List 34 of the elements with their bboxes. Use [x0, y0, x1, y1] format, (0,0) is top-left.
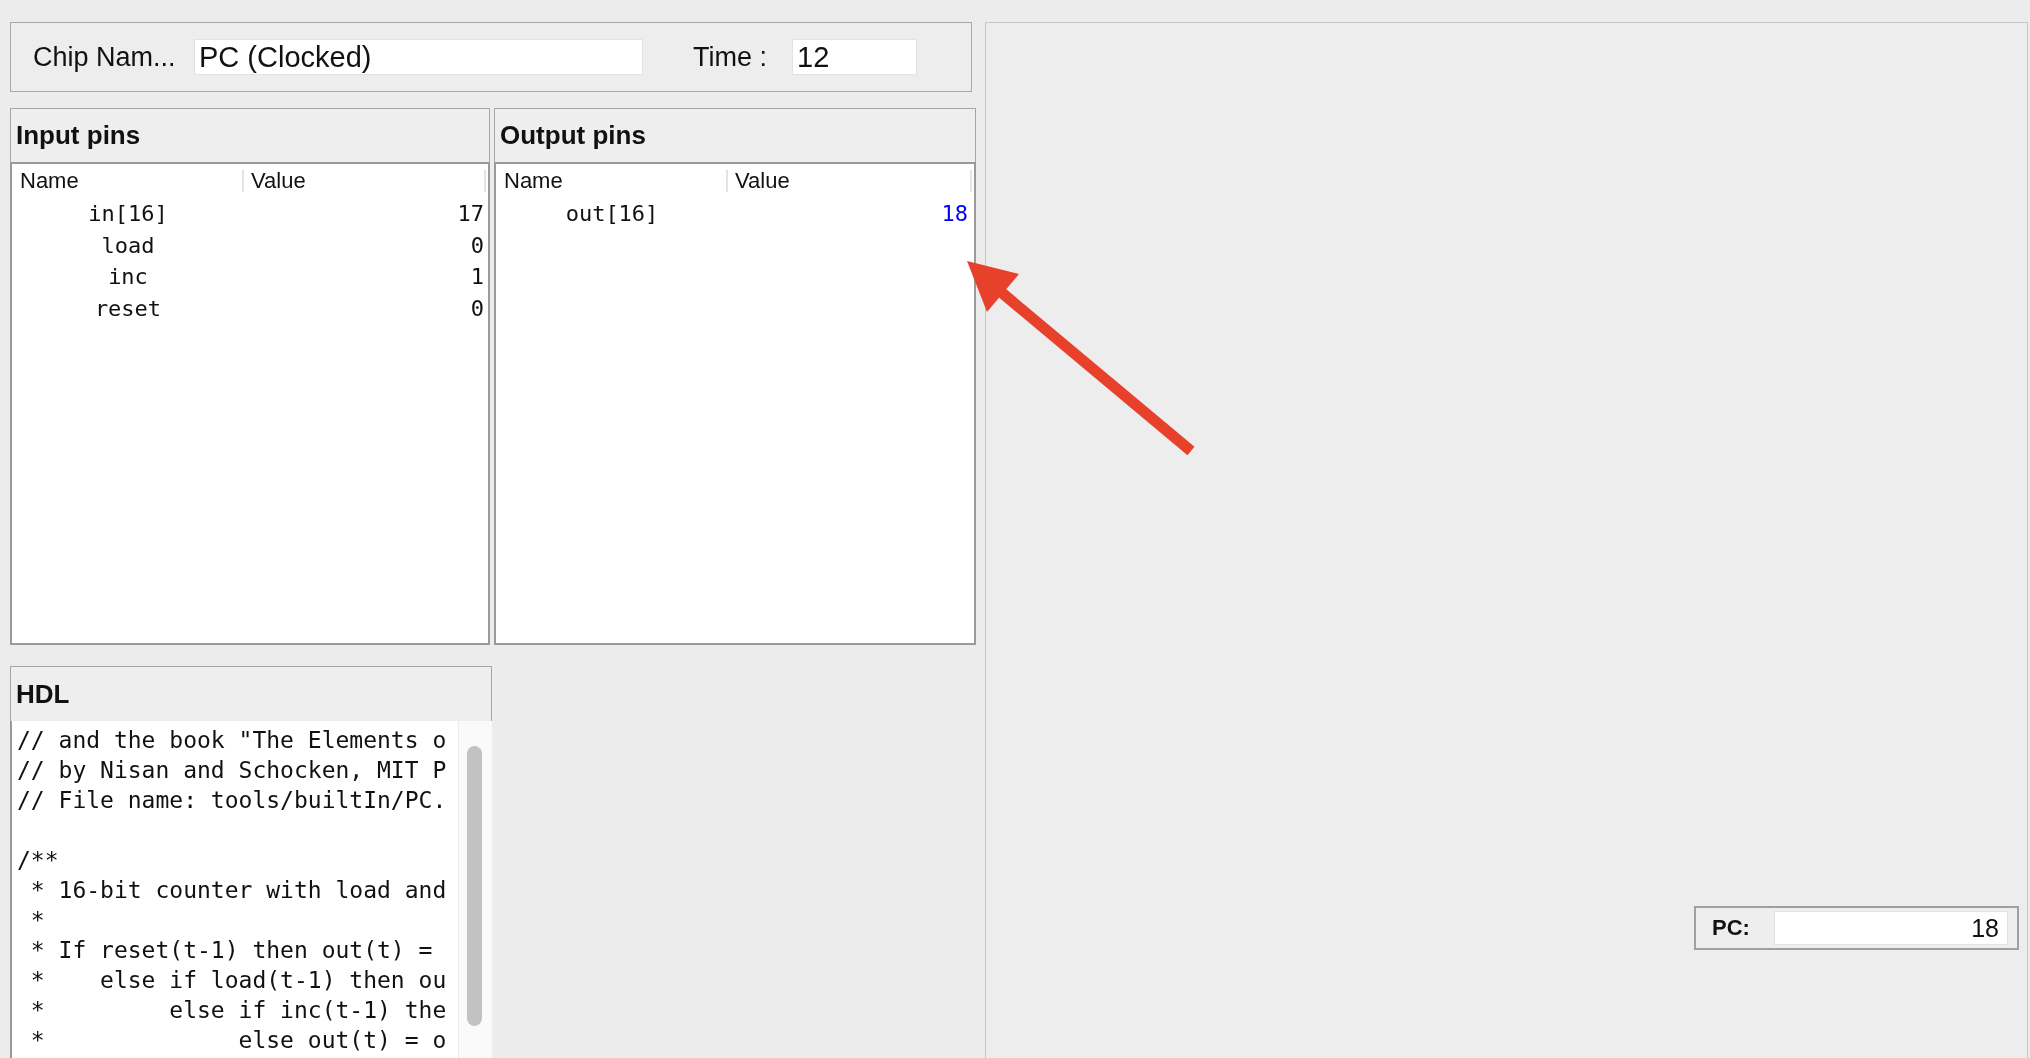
code-line: /**	[17, 847, 59, 873]
pin-value[interactable]: 0	[470, 295, 484, 321]
panel-title: HDL	[16, 678, 70, 710]
code-line: * else out(t) = o	[29, 1027, 447, 1053]
column-header: Value	[735, 168, 790, 194]
pin-name: reset	[94, 295, 162, 321]
pc-value-field[interactable]: 18	[1774, 911, 2008, 945]
column-header: Name	[20, 168, 79, 194]
code-line: * If reset(t-1) then out(t) =	[29, 937, 433, 963]
scrollbar-thumb[interactable]	[467, 746, 482, 1026]
column-header: Value	[251, 168, 306, 194]
panel-title: Input pins	[16, 120, 141, 151]
pin-value[interactable]: 0	[470, 232, 484, 258]
pin-name: inc	[108, 264, 148, 290]
column-header: Name	[504, 168, 563, 194]
code-line: // File name: tools/builtIn/PC.	[17, 787, 447, 813]
code-line: * else if inc(t-1) the	[29, 997, 447, 1023]
panel-title: Output pins	[500, 120, 646, 151]
time-label: Time :	[693, 41, 767, 72]
pin-name: out[16]	[565, 201, 659, 227]
pin-value[interactable]: 17	[457, 201, 484, 227]
pin-name: load	[101, 232, 155, 258]
chip-name-label: Chip Nam...	[33, 41, 176, 72]
code-line: // by Nisan and Schocken, MIT P	[17, 757, 447, 783]
pin-name: in[16]	[88, 201, 168, 227]
pin-value[interactable]: 1	[470, 264, 484, 290]
chip-name-field[interactable]: PC (Clocked)	[194, 39, 643, 75]
code-line: // and the book "The Elements o	[17, 727, 447, 753]
code-line: * 16-bit counter with load and	[29, 877, 447, 903]
pc-label: PC:	[1712, 915, 1751, 941]
time-field[interactable]: 12	[792, 39, 917, 75]
code-line: *	[29, 907, 45, 933]
pin-value[interactable]: 18	[941, 201, 968, 227]
code-line: * else if load(t-1) then ou	[29, 967, 447, 993]
